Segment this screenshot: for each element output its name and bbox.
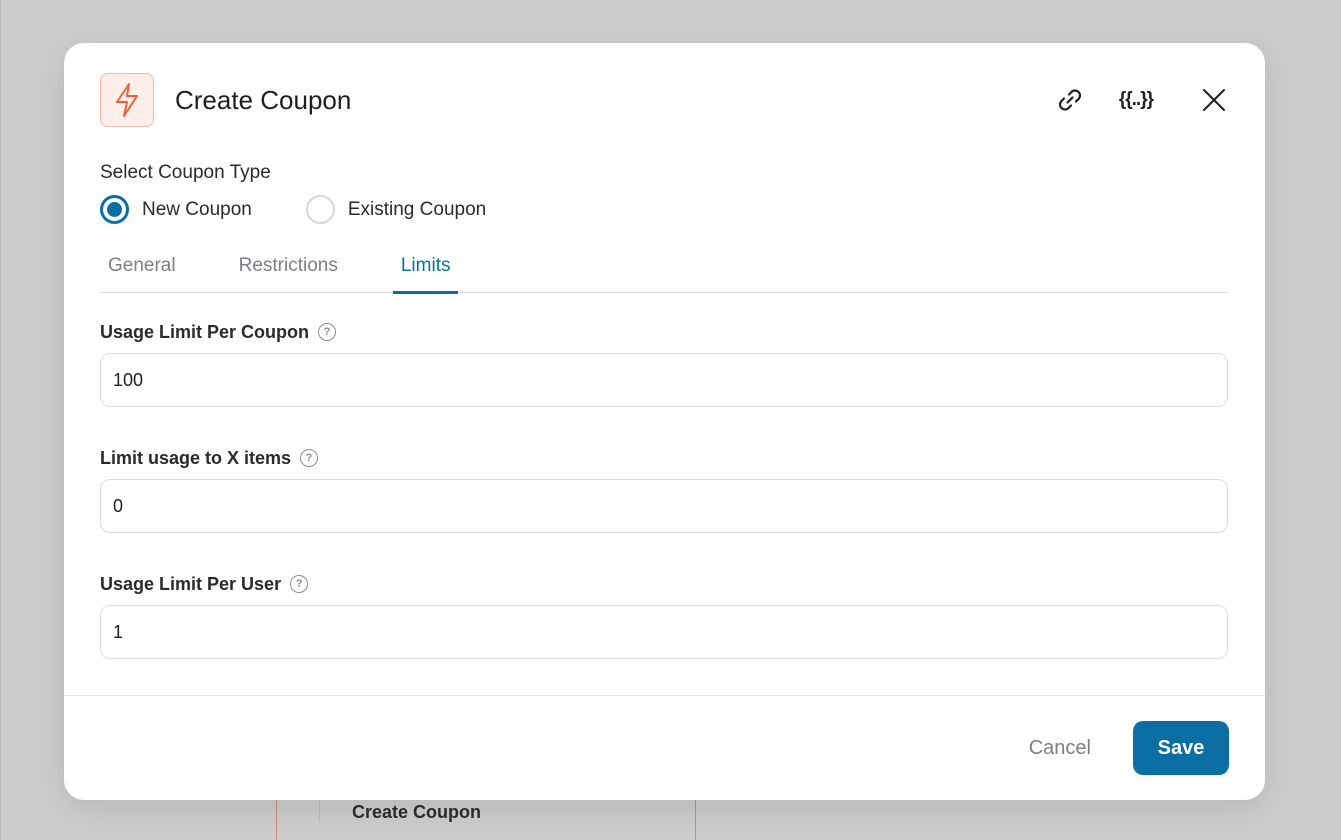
usage-limit-per-user-input[interactable] xyxy=(100,605,1228,659)
field-label: Limit usage to X items ? xyxy=(100,446,1228,470)
variables-button[interactable]: {{..}} xyxy=(1119,83,1154,117)
limit-usage-items-label: Limit usage to X items xyxy=(100,447,292,468)
radio-new-coupon-label: New Coupon xyxy=(142,198,252,220)
background-card-label: Create Coupon xyxy=(352,802,482,822)
field-label: Usage Limit Per Coupon ? xyxy=(100,320,1228,344)
coupon-type-radio-group: New Coupon Existing Coupon xyxy=(100,195,540,224)
background-card-bar xyxy=(319,800,320,822)
usage-limit-per-user-label: Usage Limit Per User xyxy=(100,573,282,594)
radio-unchecked-indicator[interactable] xyxy=(305,195,335,224)
radio-new-coupon[interactable]: New Coupon xyxy=(100,195,252,224)
help-icon[interactable]: ? xyxy=(290,575,309,593)
usage-limit-per-coupon-label: Usage Limit Per Coupon xyxy=(100,321,310,342)
usage-limit-per-coupon-input[interactable] xyxy=(100,353,1228,407)
header-actions: {{..}} xyxy=(1053,83,1229,117)
modal-footer: Cancel Save xyxy=(1029,721,1229,775)
help-icon[interactable]: ? xyxy=(318,323,337,341)
tab-bar: General Restrictions Limits xyxy=(100,245,1228,294)
link-icon[interactable] xyxy=(1053,83,1087,117)
field-label: Usage Limit Per User ? xyxy=(100,572,1228,596)
tab-general[interactable]: General xyxy=(100,245,184,293)
modal-title: Create Coupon xyxy=(175,84,352,115)
cancel-button[interactable]: Cancel xyxy=(1029,737,1091,760)
field-usage-limit-per-coupon: Usage Limit Per Coupon ? xyxy=(100,320,1228,407)
save-button[interactable]: Save xyxy=(1133,721,1229,775)
help-icon[interactable]: ? xyxy=(300,449,319,467)
modal-header: Create Coupon {{..}} xyxy=(100,73,1229,127)
limit-usage-items-input[interactable] xyxy=(100,479,1228,533)
lightning-bolt-icon xyxy=(100,73,154,127)
tab-restrictions[interactable]: Restrictions xyxy=(231,245,346,293)
footer-divider xyxy=(64,695,1265,696)
radio-existing-coupon[interactable]: Existing Coupon xyxy=(305,195,487,224)
field-limit-usage-items: Limit usage to X items ? xyxy=(100,446,1228,533)
background-edge xyxy=(0,0,1,840)
radio-existing-coupon-label: Existing Coupon xyxy=(347,198,487,220)
coupon-type-label: Select Coupon Type xyxy=(100,162,271,183)
close-icon[interactable] xyxy=(1199,85,1229,115)
tab-limits[interactable]: Limits xyxy=(392,245,459,294)
field-usage-limit-per-user: Usage Limit Per User ? xyxy=(100,572,1228,659)
create-coupon-modal: Create Coupon {{..}} Select Coupon Type … xyxy=(64,43,1265,800)
radio-checked-indicator[interactable] xyxy=(100,195,129,224)
